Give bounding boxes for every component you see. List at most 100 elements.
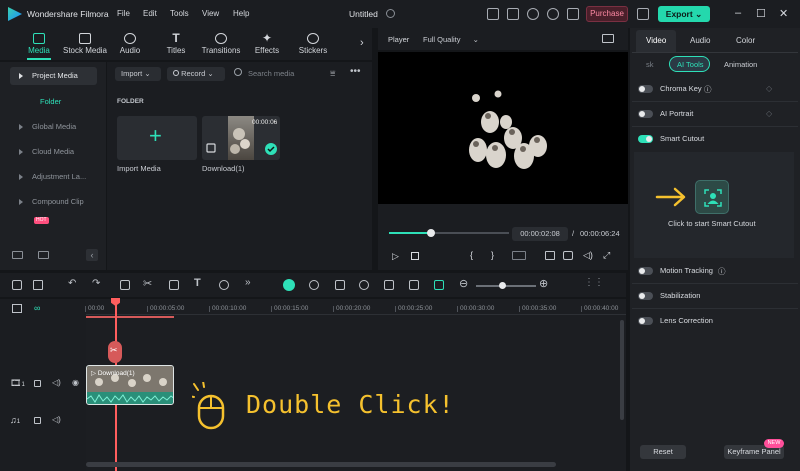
tab-audio[interactable]: Audio (114, 33, 146, 55)
current-time[interactable]: 00:00:02:08 (512, 227, 568, 241)
tab-effects[interactable]: ✦ Effects (250, 32, 284, 55)
sidebar-folder[interactable]: Folder (40, 97, 61, 106)
timeline-horizontal-scrollbar[interactable] (86, 462, 556, 467)
maximize-icon[interactable]: ☐ (756, 7, 766, 20)
speaker-icon[interactable]: ◁) (52, 415, 61, 424)
zoom-in-icon[interactable]: ⊕ (539, 277, 548, 290)
menu-edit[interactable]: Edit (143, 9, 157, 18)
help-icon[interactable]: ⓘ (704, 84, 712, 95)
zoom-slider-track[interactable] (476, 285, 536, 287)
sidebar-item-project-media[interactable]: Project Media (10, 67, 97, 85)
camera-snapshot-icon[interactable] (563, 251, 573, 260)
subtab-ai-tools[interactable]: AI Tools (677, 60, 704, 69)
ai-portrait-toggle[interactable] (638, 110, 653, 118)
quality-dropdown[interactable]: Full Quality ⌄ (423, 35, 479, 44)
player-preview[interactable] (378, 52, 628, 204)
reset-button[interactable]: Reset (640, 445, 686, 459)
search-input[interactable]: Search media (248, 69, 294, 78)
microphone-icon[interactable] (359, 280, 369, 290)
zoom-slider-knob[interactable] (499, 282, 506, 289)
folder-icon[interactable] (34, 417, 41, 424)
play-icon[interactable]: ▷ (392, 251, 399, 262)
record-dropdown[interactable]: Record ⌄ (167, 67, 225, 81)
subtab-mask[interactable]: sk (646, 60, 654, 69)
snapshot-icon[interactable] (409, 280, 419, 290)
display-mode-icon[interactable] (512, 251, 526, 260)
menu-view[interactable]: View (202, 9, 219, 18)
undo-icon[interactable]: ↶ (68, 278, 76, 289)
ai-assistant-icon[interactable] (283, 279, 295, 291)
more-tools-icon[interactable]: » (245, 277, 251, 288)
stabilization-toggle[interactable] (638, 292, 653, 300)
menu-tools[interactable]: Tools (170, 9, 189, 18)
sidebar-item-cloud-media[interactable]: Cloud Media (10, 143, 97, 161)
filter-icon[interactable]: ⩸ (330, 68, 335, 79)
select-tool-icon[interactable] (33, 280, 43, 290)
fullscreen-icon[interactable]: ⤢ (603, 250, 610, 261)
eye-icon[interactable]: ◉ (72, 378, 79, 387)
sidebar-item-global-media[interactable]: Global Media (10, 118, 97, 136)
volume-icon[interactable]: ◁) (583, 250, 593, 261)
tab-audio-props[interactable]: Audio (690, 36, 710, 45)
download-icon[interactable] (567, 8, 579, 20)
media-clip-thumbnail[interactable]: 00:00:06 (202, 116, 280, 160)
delete-icon[interactable] (120, 280, 130, 290)
tab-color[interactable]: Color (736, 36, 755, 45)
sidebar-item-compound-clip[interactable]: Compound ClipHOT (10, 193, 97, 224)
stop-icon[interactable] (411, 252, 419, 260)
tab-stock-media[interactable]: Stock Media (62, 33, 108, 55)
tab-stickers[interactable]: Stickers (296, 33, 330, 55)
split-at-playhead-button[interactable]: ✂ (108, 341, 122, 363)
view-options-icon[interactable]: ⋮⋮ (584, 277, 604, 288)
add-to-timeline-icon[interactable] (545, 251, 555, 260)
keyframe-diamond-icon[interactable]: ◇ (766, 84, 772, 93)
timeline-clip[interactable]: ▷ Download(1) (86, 365, 174, 405)
smart-cutout-toggle[interactable] (638, 135, 653, 143)
help-icon[interactable]: ⓘ (718, 266, 726, 277)
speed-icon[interactable] (219, 280, 229, 290)
folder-icon[interactable] (34, 380, 41, 387)
link-icon[interactable]: ∞ (34, 303, 40, 313)
close-icon[interactable]: ✕ (779, 7, 788, 20)
monitor-icon[interactable] (487, 8, 499, 20)
speaker-icon[interactable]: ◁) (52, 378, 61, 387)
snapshot-settings-icon[interactable] (602, 34, 614, 43)
keyframe-diamond-icon[interactable]: ◇ (766, 109, 772, 118)
new-folder-icon[interactable] (12, 251, 23, 259)
redo-icon[interactable]: ↷ (92, 278, 100, 289)
auto-highlight-icon[interactable] (434, 280, 444, 290)
timeline-vertical-scrollbar[interactable] (620, 320, 624, 420)
save-icon[interactable] (507, 8, 519, 20)
chroma-key-toggle[interactable] (638, 85, 653, 93)
purchase-button[interactable]: Purchase (586, 6, 628, 22)
render-preview-icon[interactable] (309, 280, 319, 290)
lens-correction-toggle[interactable] (638, 317, 653, 325)
menu-file[interactable]: File (117, 9, 130, 18)
import-media-tile[interactable]: + (117, 116, 197, 160)
layout-grid-icon[interactable] (12, 280, 22, 290)
crop-icon[interactable] (169, 280, 179, 290)
marker-icon[interactable] (335, 280, 345, 290)
minimize-icon[interactable]: – (735, 7, 741, 19)
split-scissors-icon[interactable]: ✂ (143, 277, 152, 290)
zoom-out-icon[interactable]: ⊖ (459, 277, 468, 290)
menu-help[interactable]: Help (233, 9, 249, 18)
subtab-animation[interactable]: Animation (724, 60, 757, 69)
text-tool-icon[interactable]: T (194, 277, 201, 289)
add-track-icon[interactable] (12, 304, 22, 313)
headset-icon[interactable] (547, 8, 559, 20)
mark-in-icon[interactable]: { (470, 250, 473, 260)
smart-cutout-start-button[interactable] (695, 180, 729, 214)
motion-tracking-toggle[interactable] (638, 267, 653, 275)
more-options-icon[interactable]: ••• (350, 66, 361, 77)
tab-media[interactable]: Media (24, 33, 54, 55)
gift-icon[interactable] (637, 8, 649, 20)
export-button[interactable]: Export ⌄ (658, 6, 710, 22)
mark-out-icon[interactable]: } (491, 250, 494, 260)
tab-titles[interactable]: T Titles (160, 32, 192, 55)
sidebar-item-adjustment-layer[interactable]: Adjustment La... (10, 168, 97, 186)
collapse-sidebar-icon[interactable]: ‹ (86, 249, 98, 261)
tab-transitions[interactable]: Transitions (200, 33, 242, 55)
cloud-icon[interactable] (527, 8, 539, 20)
chevron-right-icon[interactable]: › (360, 37, 364, 49)
